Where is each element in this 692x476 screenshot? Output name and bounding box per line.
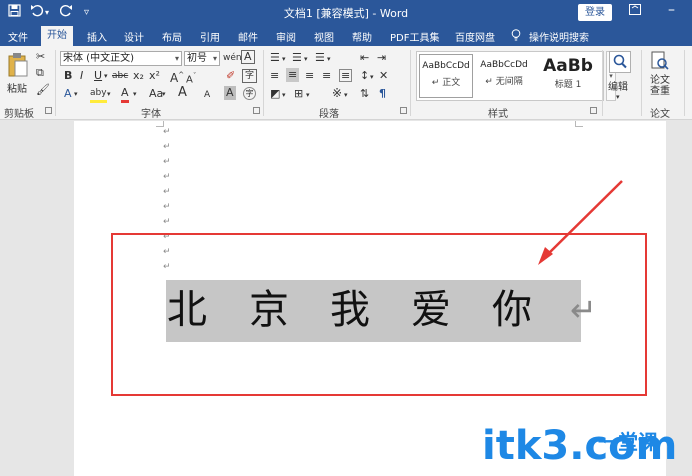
annotation-arrow bbox=[538, 180, 623, 265]
watermark-sub: 一堂课 bbox=[598, 430, 658, 454]
